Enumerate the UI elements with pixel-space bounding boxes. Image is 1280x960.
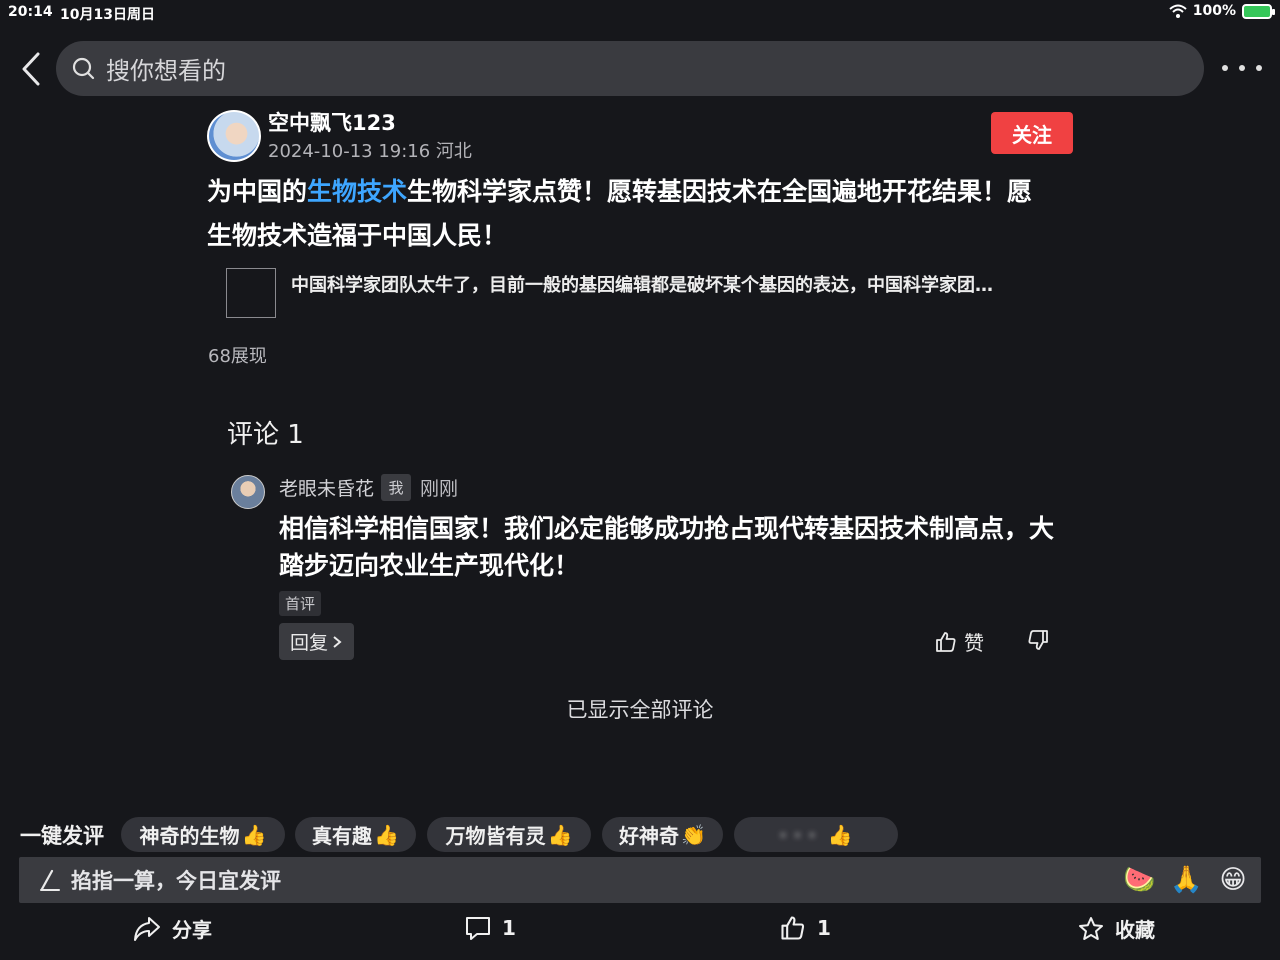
thumbs-up-emoji-icon: 👍	[547, 822, 573, 847]
comment-icon	[466, 917, 490, 940]
comments-title: 评论 1	[227, 420, 304, 450]
search-placeholder: 搜你想看的	[106, 57, 226, 85]
chip-text: 真有趣	[312, 824, 373, 848]
favorite-button[interactable]: 收藏	[1077, 914, 1155, 943]
watermelon-emoji-icon[interactable]: 🍉	[1123, 864, 1155, 896]
comment-count: 1	[502, 916, 516, 940]
follow-button[interactable]: 关注	[991, 112, 1073, 154]
share-icon	[134, 916, 160, 941]
quick-comment-chip[interactable]: 神奇的生物 👍	[121, 817, 285, 852]
comment-button[interactable]: 1	[464, 914, 516, 942]
like-count: 1	[817, 916, 831, 940]
quick-comment-chip[interactable]: 真有趣 👍	[295, 817, 416, 852]
clap-emoji-icon: 👏	[681, 822, 706, 847]
star-icon	[1079, 916, 1103, 940]
dot-icon	[1222, 65, 1228, 71]
comment-like-label: 赞	[964, 631, 984, 655]
chip-text: 好神奇	[619, 824, 680, 848]
battery-percent: 100%	[1192, 3, 1236, 19]
status-time: 20:14	[8, 4, 53, 20]
commenter-avatar[interactable]	[231, 475, 265, 509]
post-meta: 2024-10-13 19:16 河北	[268, 141, 472, 162]
quick-comment-chip[interactable]: · · · 👍	[734, 817, 898, 852]
thumbs-up-icon	[781, 916, 805, 940]
thumbs-up-icon	[936, 631, 956, 652]
reply-label: 回复	[289, 632, 328, 654]
chevron-right-icon	[333, 635, 342, 648]
wifi-icon	[1169, 4, 1187, 18]
quoted-article[interactable]: 中国科学家团队太牛了，目前一般的基因编辑都是破坏某个基因的表达，中国科学家团…	[226, 268, 1066, 318]
share-label: 分享	[172, 918, 212, 942]
author-name[interactable]: 空中飘飞123	[268, 107, 396, 137]
comment-like-button[interactable]: 赞	[934, 627, 984, 656]
quick-comment-chip[interactable]: 好神奇 👏	[602, 817, 723, 852]
status-date: 10月13日周日	[60, 7, 155, 23]
comment-input-placeholder: 掐指一算，今日宜发评	[71, 869, 281, 893]
thumbs-up-emoji-icon: 👍	[827, 822, 853, 847]
search-input[interactable]: 搜你想看的	[56, 41, 1204, 96]
post-text: 为中国的生物技术生物科学家点赞！愿转基因技术在全国遍地开花结果！愿生物技术造福于…	[207, 170, 1057, 258]
share-button[interactable]: 分享	[132, 914, 212, 943]
author-avatar[interactable]	[207, 110, 261, 162]
status-bar: 20:14 10月13日周日 100%	[0, 0, 1280, 26]
comment-input[interactable]: 掐指一算，今日宜发评	[19, 857, 1261, 903]
pray-emoji-icon[interactable]: 🙏	[1170, 864, 1202, 896]
post-text-start: 为中国的	[207, 177, 308, 206]
like-button[interactable]: 1	[779, 914, 831, 942]
topic-link[interactable]: 生物技术	[307, 177, 407, 206]
commenter-name[interactable]: 老眼未昏花	[279, 474, 374, 501]
thumbs-up-emoji-icon: 👍	[374, 822, 399, 847]
pen-icon	[40, 869, 60, 891]
comment-dislike-button[interactable]	[1026, 628, 1050, 656]
favorite-label: 收藏	[1115, 918, 1155, 942]
battery-icon	[1242, 3, 1275, 19]
quick-comment-chip[interactable]: 万物皆有灵 👍	[427, 817, 591, 852]
chip-text: 神奇的生物	[139, 824, 240, 848]
quote-thumbnail	[226, 268, 276, 318]
more-options-button[interactable]	[1222, 56, 1262, 80]
thumbs-down-icon	[1028, 630, 1048, 650]
comment-time: 刚刚	[420, 478, 459, 500]
all-comments-shown: 已显示全部评论	[566, 698, 714, 722]
thumbs-up-emoji-icon: 👍	[241, 822, 267, 847]
quick-comment-label: 一键发评	[20, 824, 104, 848]
quote-text: 中国科学家团队太牛了，目前一般的基因编辑都是破坏某个基因的表达，中国科学家团…	[291, 275, 993, 296]
view-count: 68展现	[208, 346, 267, 367]
dot-icon	[1256, 65, 1262, 71]
dot-icon	[1239, 65, 1245, 71]
chevron-left-icon	[22, 52, 40, 86]
me-badge: 我	[381, 474, 411, 501]
back-button[interactable]	[18, 52, 46, 86]
chip-text-blurred: · · ·	[779, 822, 816, 847]
status-right: 100%	[1169, 3, 1275, 19]
first-comment-badge: 首评	[279, 591, 321, 616]
comment-text: 相信科学相信国家！我们必定能够成功抢占现代转基因技术制高点，大踏步迈向农业生产现…	[279, 514, 1055, 580]
grin-emoji-icon[interactable]: 😁	[1217, 864, 1249, 896]
search-icon	[72, 57, 95, 79]
chip-text: 万物皆有灵	[445, 824, 546, 848]
reply-button[interactable]: 回复	[279, 623, 354, 660]
